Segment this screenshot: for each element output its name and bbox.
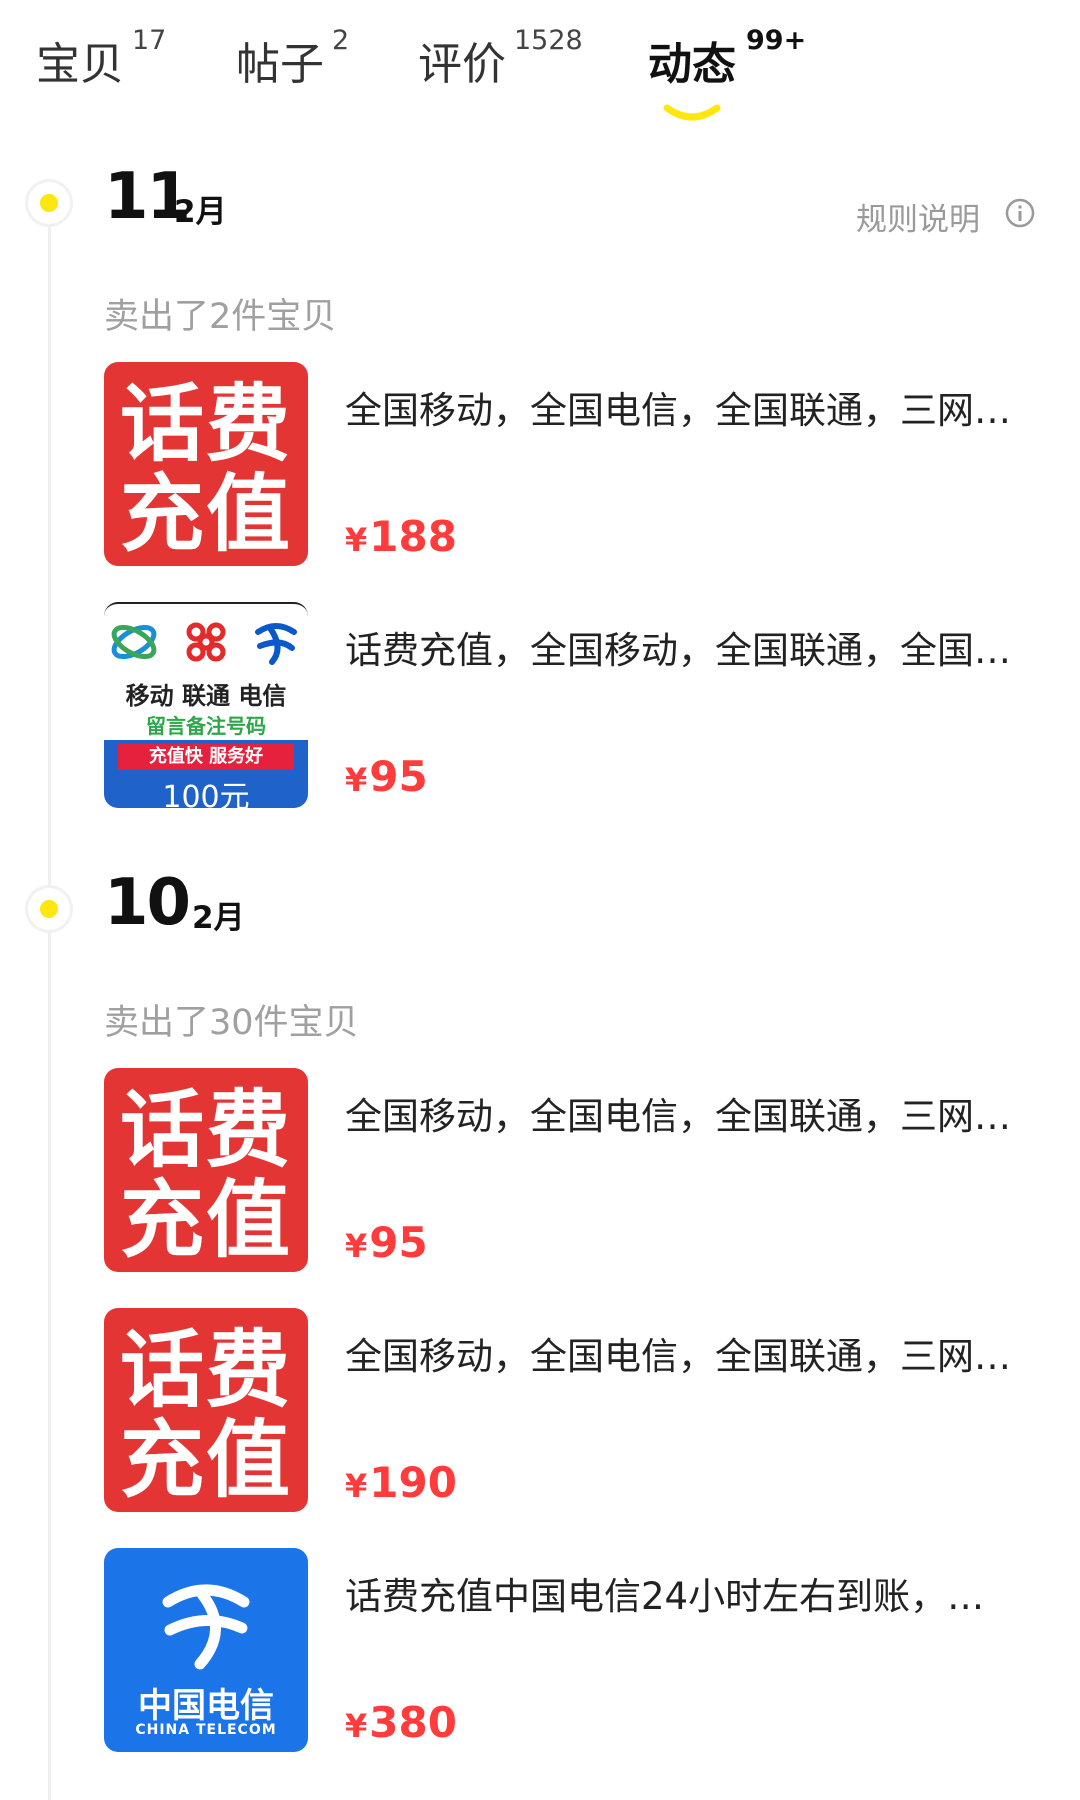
product-thumbnail: 话费 充值 bbox=[104, 362, 308, 566]
item-price: ¥95 bbox=[345, 752, 428, 801]
tab-posts[interactable]: 帖子 2 bbox=[236, 25, 349, 92]
thumbnail-text: 移动 联通 电信 bbox=[125, 682, 287, 710]
thumbnail-text: 充值 bbox=[119, 1171, 292, 1269]
tab-items-count: 17 bbox=[132, 25, 167, 56]
item-title: 全国移动，全国电信，全国联通，三网… bbox=[345, 389, 1011, 432]
currency-symbol: ¥ bbox=[345, 521, 368, 559]
date-month: 2月 bbox=[192, 900, 245, 936]
date-month: 2月 bbox=[174, 194, 227, 230]
date-day: 10 bbox=[104, 866, 191, 940]
price-value: 95 bbox=[369, 752, 428, 801]
item-title: 全国移动，全国电信，全国联通，三网… bbox=[345, 1095, 1011, 1138]
item-title: 话费充值，全国移动，全国联通，全国… bbox=[345, 629, 1011, 672]
list-item[interactable]: 话费 充值 全国移动，全国电信，全国联通，三网… ¥188 bbox=[104, 362, 1064, 566]
rules-link-label: 规则说明 bbox=[856, 202, 980, 238]
item-price: ¥190 bbox=[345, 1458, 457, 1507]
active-tab-indicator bbox=[663, 104, 721, 121]
price-value: 380 bbox=[369, 1698, 457, 1747]
price-value: 188 bbox=[369, 512, 457, 561]
thumbnail-text: 100元 bbox=[162, 780, 250, 808]
thumbnail-text: 话费 bbox=[119, 1321, 292, 1419]
price-value: 95 bbox=[369, 1218, 428, 1267]
carrier-logos-icon bbox=[111, 622, 297, 665]
list-item[interactable]: 移动 联通 电信 留言备注号码 充值快 服务好 100元 话费充值，全国移动，全… bbox=[104, 602, 1064, 808]
price-value: 190 bbox=[369, 1458, 457, 1507]
currency-symbol: ¥ bbox=[345, 1227, 368, 1265]
list-item[interactable]: 话费 充值 全国移动，全国电信，全国联通，三网… ¥190 bbox=[104, 1308, 1064, 1512]
tab-reviews[interactable]: 评价 1528 bbox=[418, 25, 583, 92]
thumbnail-text: 留言备注号码 bbox=[146, 714, 266, 738]
product-thumbnail: 话费 充值 bbox=[104, 1308, 308, 1512]
list-item[interactable]: 话费 充值 全国移动，全国电信，全国联通，三网… ¥95 bbox=[104, 1068, 1064, 1272]
timeline-dot bbox=[28, 182, 70, 224]
currency-symbol: ¥ bbox=[345, 761, 368, 799]
tab-activity-label: 动态 bbox=[648, 39, 736, 90]
product-thumbnail: 移动 联通 电信 留言备注号码 充值快 服务好 100元 bbox=[104, 602, 308, 808]
tab-reviews-label: 评价 bbox=[418, 39, 506, 90]
tab-bar: 宝贝 17 帖子 2 评价 1528 动态 99+ bbox=[0, 0, 1080, 130]
tab-activity[interactable]: 动态 99+ bbox=[648, 25, 806, 121]
sold-summary: 卖出了30件宝贝 bbox=[104, 1003, 359, 1043]
thumbnail-text: 充值快 服务好 bbox=[118, 744, 294, 770]
item-price: ¥380 bbox=[345, 1698, 457, 1747]
item-price: ¥95 bbox=[345, 1218, 428, 1267]
tab-posts-count: 2 bbox=[332, 25, 350, 56]
timeline-dot bbox=[28, 888, 70, 930]
tab-items[interactable]: 宝贝 17 bbox=[36, 25, 166, 92]
thumbnail-text: 中国电信 bbox=[138, 1686, 274, 1726]
tab-posts-label: 帖子 bbox=[236, 39, 324, 90]
product-thumbnail: 中国电信 CHINA TELECOM bbox=[104, 1548, 308, 1752]
thumbnail-text: 充值 bbox=[119, 1411, 292, 1509]
thumbnail-text: 话费 bbox=[119, 1081, 292, 1179]
timeline-line bbox=[48, 200, 51, 1800]
item-price: ¥188 bbox=[345, 512, 457, 561]
product-thumbnail: 话费 充值 bbox=[104, 1068, 308, 1272]
tab-items-label: 宝贝 bbox=[36, 39, 124, 90]
item-title: 全国移动，全国电信，全国联通，三网… bbox=[345, 1335, 1011, 1378]
tab-activity-count: 99+ bbox=[746, 25, 807, 56]
china-telecom-logo-icon bbox=[162, 1584, 250, 1670]
thumbnail-text: CHINA TELECOM bbox=[135, 1722, 277, 1738]
tab-reviews-count: 1528 bbox=[514, 25, 583, 56]
thumbnail-text: 话费 bbox=[119, 375, 292, 473]
thumbnail-text: 充值 bbox=[119, 465, 292, 563]
currency-symbol: ¥ bbox=[345, 1707, 368, 1745]
currency-symbol: ¥ bbox=[345, 1467, 368, 1505]
sold-summary: 卖出了2件宝贝 bbox=[104, 297, 337, 337]
item-title: 话费充值中国电信24小时左右到账，… bbox=[345, 1575, 985, 1618]
info-icon bbox=[1005, 198, 1035, 228]
list-item[interactable]: 中国电信 CHINA TELECOM 话费充值中国电信24小时左右到账，… ¥3… bbox=[104, 1548, 1064, 1752]
